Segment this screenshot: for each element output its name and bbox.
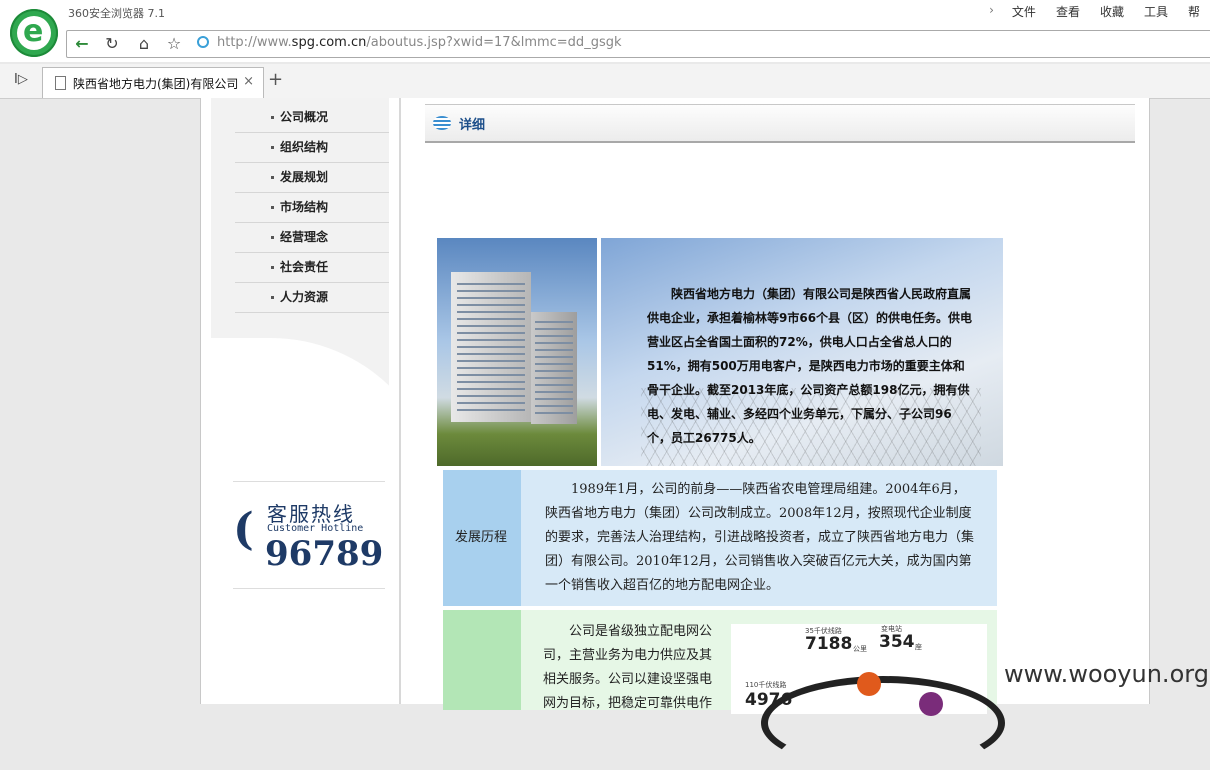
menu-help[interactable]: 帮 [1178, 3, 1210, 20]
back-arrow-icon[interactable]: ← [71, 34, 93, 54]
substation-icon [857, 672, 881, 696]
address-bar[interactable]: ← ↻ ⌂ ☆ http://www.spg.com.cn/aboutus.js… [66, 30, 1210, 58]
url-path: /aboutus.jsp?xwid=17&lmmc=dd_gsgk [366, 35, 622, 50]
sidebar-item-development-plan[interactable]: 发展规划 [235, 163, 389, 193]
divider [399, 98, 401, 704]
business-panel: 公司是省级独立配电网公司，主营业务为电力供应及其相关服务。公司以建设坚强电网为目… [443, 610, 1005, 770]
hotline-banner: ( 客服热线 Customer Hotline 96789 [233, 481, 385, 589]
sidebar-item-social-responsibility[interactable]: 社会责任 [235, 253, 389, 283]
grid-stats-graphic: 35千伏线路 7188 公里 变电站 354 座 110千伏线路 4976 [731, 624, 1005, 770]
history-text: 1989年1月，公司的前身——陕西省农电管理局组建。2004年6月，陕西省地方电… [545, 482, 975, 593]
sidebar-item-business-philosophy[interactable]: 经营理念 [235, 223, 389, 253]
intro-text: 陕西省地方电力（集团）有限公司是陕西省人民政府直属供电企业，承担着榆林等9市66… [647, 287, 973, 445]
menu-favorites[interactable]: 收藏 [1090, 3, 1134, 20]
tab-active[interactable]: 陕西省地方电力(集团)有限公司 × [42, 67, 264, 98]
phone-icon: ( [233, 504, 254, 555]
page-icon [55, 76, 66, 90]
header-icon [433, 116, 451, 130]
url-prefix: http://www. [217, 35, 292, 50]
stat-35kv-value: 7188 [805, 634, 853, 654]
close-icon[interactable]: × [243, 74, 254, 89]
sidebar-item-human-resources[interactable]: 人力资源 [235, 283, 389, 313]
section-header: 详细 [425, 104, 1135, 143]
history-panel: 发展历程 1989年1月，公司的前身——陕西省农电管理局组建。2004年6月，陕… [443, 470, 997, 606]
new-tab-icon[interactable]: + [268, 69, 283, 90]
sidebar-item-company-overview[interactable]: 公司概况 [235, 103, 389, 133]
stat-110kv-value: 4976 [745, 690, 793, 710]
stat-substation-value: 354 [879, 632, 915, 652]
globe-icon [197, 36, 209, 48]
url-host: spg.com.cn [291, 35, 367, 50]
browser-logo-icon[interactable]: e [10, 9, 58, 57]
intro-banner: 陕西省地方电力（集团）有限公司是陕西省人民政府直属供电企业，承担着榆林等9市66… [437, 238, 1003, 466]
menu-view[interactable]: 查看 [1046, 3, 1090, 20]
stat-110kv-label: 110千伏线路 [745, 681, 787, 689]
business-text: 公司是省级独立配电网公司，主营业务为电力供应及其相关服务。公司以建设坚强电网为目… [543, 624, 713, 711]
app-title: 360安全浏览器 7.1 [68, 7, 165, 20]
sidebar-decoration [211, 338, 389, 498]
building-image [437, 238, 597, 466]
nav-bar: ← ↻ ⌂ ☆ http://www.spg.com.cn/aboutus.js… [0, 28, 1210, 62]
chevron-right-icon[interactable]: › [979, 3, 1002, 20]
url-text[interactable]: http://www.spg.com.cn/aboutus.jsp?xwid=1… [217, 35, 622, 50]
sidebar-toggle-icon[interactable]: I▷ [14, 72, 28, 87]
history-label: 发展历程 [455, 530, 508, 545]
tab-bar: I▷ 陕西省地方电力(集团)有限公司 × + [0, 64, 1210, 99]
power-pylon-image: 陕西省地方电力（集团）有限公司是陕西省人民政府直属供电企业，承担着榆林等9市66… [601, 238, 1003, 466]
refresh-icon[interactable]: ↻ [101, 34, 123, 54]
watermark: www.wooyun.org [1004, 660, 1209, 688]
menu-file[interactable]: 文件 [1002, 3, 1046, 20]
stat-substation-unit: 座 [915, 643, 922, 651]
node-icon [919, 692, 943, 716]
business-label-box [443, 610, 521, 710]
menu-bar: › 文件 查看 收藏 工具 帮 [979, 3, 1210, 20]
star-icon[interactable]: ☆ [163, 34, 185, 54]
sidebar-menu: 公司概况 组织结构 发展规划 市场结构 经营理念 社会责任 人力资源 [211, 98, 389, 338]
history-label-box: 发展历程 [443, 470, 521, 606]
hotline-number: 96789 [265, 534, 384, 574]
menu-tools[interactable]: 工具 [1134, 3, 1178, 20]
grid-arc [761, 676, 1005, 770]
left-sidebar: 公司概况 组织结构 发展规划 市场结构 经营理念 社会责任 人力资源 ( 客服热… [211, 98, 399, 704]
sidebar-item-market-structure[interactable]: 市场结构 [235, 193, 389, 223]
sidebar-item-org-structure[interactable]: 组织结构 [235, 133, 389, 163]
tab-title: 陕西省地方电力(集团)有限公司 [73, 77, 239, 91]
stat-35kv-unit: 公里 [853, 645, 867, 653]
web-page: 公司概况 组织结构 发展规划 市场结构 经营理念 社会责任 人力资源 ( 客服热… [200, 98, 1150, 770]
home-icon[interactable]: ⌂ [133, 34, 155, 54]
section-title: 详细 [459, 118, 486, 133]
hotline-subtitle: Customer Hotline [267, 523, 364, 534]
title-bar: 360安全浏览器 7.1 › 文件 查看 收藏 工具 帮 [0, 0, 1210, 28]
